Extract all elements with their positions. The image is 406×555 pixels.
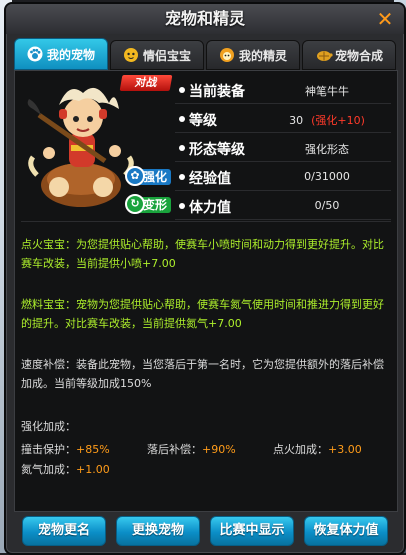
switch-pet-button[interactable]: 更换宠物 [116, 516, 200, 546]
stat-label: 体力值 [189, 200, 231, 216]
tab-my-pets[interactable]: 我的宠物 [14, 38, 108, 70]
stat-value: 30 (强化+10) [263, 112, 391, 128]
stat-value: 0/31000 [304, 170, 350, 183]
tab-bar: 我的宠物 情侣宝宝 我的精灵 宠物合成 [14, 38, 396, 70]
bonus-title: 强化加成： [21, 420, 76, 433]
transform-label: 变形 [142, 198, 167, 212]
bonus-label: 落后补偿： [147, 443, 202, 456]
bonus-collision: 撞击保护：+85% [21, 441, 110, 457]
stat-exp: 经验值 0/31000 [175, 166, 391, 191]
tab-label: 宠物合成 [334, 48, 383, 63]
skill-catchup: 速度补偿：装备此宠物，当您落后于第一名时，它为您提供额外的落后补偿加成。当前等级… [21, 358, 384, 390]
paw-icon [27, 46, 43, 62]
battle-badge[interactable]: 对战 [119, 75, 173, 91]
stat-label: 当前装备 [189, 84, 245, 100]
bonus-value: +90% [202, 443, 236, 456]
skill-fuel: 燃料宝宝：宠物为您提供贴心帮助，使赛车氮气使用时间和推进力得到更好的提升。对比赛… [21, 298, 384, 330]
pet-window: 宠物和精灵 ✕ 我的宠物 情侣宝宝 我的精灵 宠物合成 对战 ✿ 强化 ↻ 变形… [4, 2, 406, 555]
level-number: 30 [289, 114, 304, 127]
stat-value: 0/50 [314, 199, 340, 212]
close-icon[interactable]: ✕ [374, 9, 396, 29]
tab-couple-baby[interactable]: 情侣宝宝 [110, 40, 204, 70]
stat-equip: 当前装备 神笔牛牛 [175, 79, 391, 104]
sprite-face-icon [219, 47, 235, 63]
strengthen-button[interactable]: ✿ 强化 [125, 166, 171, 186]
bonus-value: +1.00 [76, 463, 110, 476]
stat-value: 神笔牛牛 [305, 85, 349, 98]
transform-button[interactable]: ↻ 变形 [125, 194, 171, 214]
stat-form: 形态等级 强化形态 [175, 137, 391, 162]
baby-face-icon [123, 47, 139, 63]
bonus-label: 氮气加成： [21, 463, 76, 476]
tab-label: 我的宠物 [46, 47, 95, 62]
bullet-icon [179, 87, 185, 93]
bonus-value: +85% [76, 443, 110, 456]
divider [21, 221, 391, 222]
refresh-icon: ↻ [125, 194, 145, 214]
bonus-value: +3.00 [328, 443, 362, 456]
title-bar: 宠物和精灵 ✕ [6, 4, 404, 34]
restore-stamina-button[interactable]: 恢复体力值 [304, 516, 388, 546]
bonus-behind: 落后补偿：+90% [147, 441, 236, 457]
bonus-nitro: 氮气加成：+1.00 [21, 461, 110, 477]
stat-stamina: 体力值 0/50 [175, 195, 391, 220]
bonus-label: 点火加成： [273, 443, 328, 456]
window-title: 宠物和精灵 [164, 9, 245, 28]
bullet-icon [179, 174, 185, 180]
stat-label: 经验值 [189, 171, 231, 187]
tab-pet-synthesis[interactable]: 宠物合成 [302, 40, 396, 70]
bullet-icon [179, 203, 185, 209]
pet-overview: 对战 ✿ 强化 ↻ 变形 当前装备 神笔牛牛 等级 30 (强化+10) 形态等… [15, 71, 395, 220]
stat-label: 等级 [189, 113, 217, 129]
bonus-label: 撞击保护： [21, 443, 76, 456]
tab-my-sprites[interactable]: 我的精灵 [206, 40, 300, 70]
bullet-icon [179, 116, 185, 122]
show-in-race-button[interactable]: 比赛中显示 [210, 516, 294, 546]
bullet-icon [179, 145, 185, 151]
pet-portrait [19, 75, 171, 215]
tab-label: 我的精灵 [238, 48, 287, 63]
stat-label: 形态等级 [189, 142, 245, 158]
level-bonus: (强化+10) [311, 114, 365, 127]
pet-stats: 当前装备 神笔牛牛 等级 30 (强化+10) 形态等级 强化形态 经验值 0/3… [175, 79, 391, 224]
strengthen-label: 强化 [142, 170, 167, 184]
pet-panel: 对战 ✿ 强化 ↻ 变形 当前装备 神笔牛牛 等级 30 (强化+10) 形态等… [14, 70, 398, 512]
stat-level: 等级 30 (强化+10) [175, 108, 391, 133]
tab-label: 情侣宝宝 [142, 48, 191, 63]
rename-pet-button[interactable]: 宠物更名 [22, 516, 106, 546]
pet-character-image [27, 87, 134, 207]
stat-value: 强化形态 [305, 143, 349, 156]
paw-icon: ✿ [125, 166, 145, 186]
turtle-icon [315, 47, 333, 63]
bonus-ignite: 点火加成：+3.00 [273, 441, 362, 457]
footer-actions: 宠物更名 更换宠物 比赛中显示 恢复体力值 [14, 512, 396, 550]
skill-ignite: 点火宝宝：为您提供贴心帮助，使赛车小喷时间和动力得到更好提升。对比赛车改装，当前… [21, 238, 384, 270]
